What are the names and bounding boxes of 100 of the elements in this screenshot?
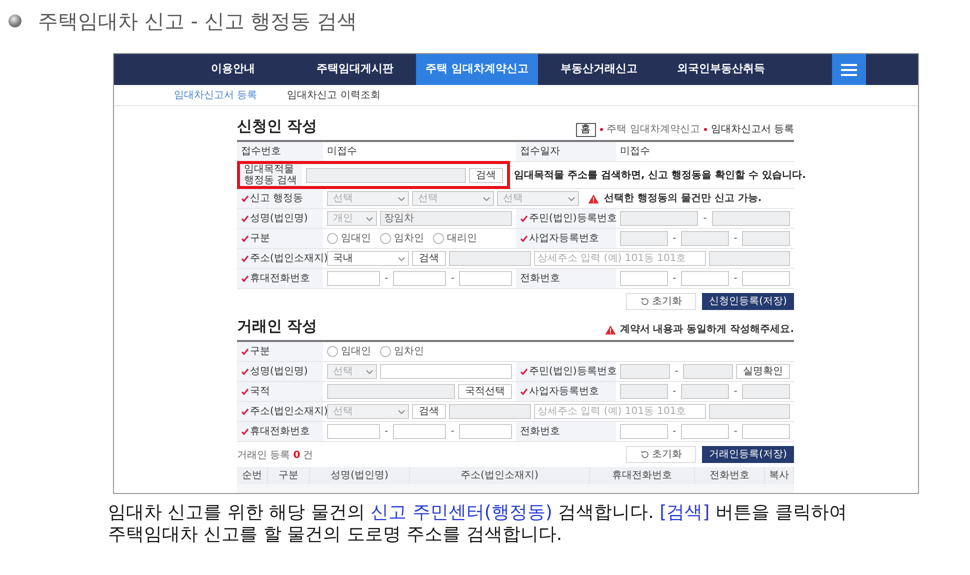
text-field[interactable] — [327, 424, 380, 439]
dash-text: - — [672, 385, 678, 399]
dash-text: - — [732, 232, 738, 246]
field-label: 국적 — [250, 385, 270, 399]
field-label: 휴대전화번호 — [250, 272, 310, 286]
dash-text: - — [732, 272, 738, 286]
search-button[interactable]: 국적선택 — [458, 384, 512, 399]
search-button[interactable]: 검색 — [412, 404, 446, 419]
subnav-tab[interactable]: 임대차신고 이력조회 — [287, 88, 380, 102]
chevron-icon — [483, 196, 490, 200]
required-check-icon — [520, 235, 528, 242]
nav-tab[interactable]: 이용안내 — [172, 54, 294, 85]
text-field[interactable] — [681, 271, 729, 286]
required-check-icon — [241, 235, 249, 242]
dash-text: - — [672, 272, 678, 286]
required-check-icon — [241, 368, 249, 375]
save-button[interactable]: 거래인등록(저장) — [702, 446, 794, 463]
text-field[interactable] — [393, 271, 446, 286]
text-field[interactable] — [327, 271, 380, 286]
chevron-icon — [568, 196, 575, 200]
text-field[interactable] — [459, 424, 512, 439]
required-check-icon — [241, 255, 249, 262]
nav-tab[interactable]: 부동산거래신고 — [538, 54, 660, 85]
field-label: 주민(법인)등록번호 — [529, 212, 617, 226]
field-label: 사업자등록번호 — [529, 385, 599, 399]
text-field[interactable] — [393, 424, 446, 439]
section-title: 거래인 작성 — [237, 316, 318, 336]
breadcrumb-link[interactable]: 임대차신고서 등록 — [710, 122, 794, 137]
required-check-icon — [241, 388, 249, 395]
save-button[interactable]: 신청인등록(저장) — [702, 293, 794, 310]
field-label: 성명(법인명) — [250, 212, 308, 226]
search-button[interactable]: 검색 — [412, 251, 446, 266]
field-value: 미접수 — [620, 145, 650, 159]
slide-title: 주택임대차 신고 - 신고 행정동 검색 — [38, 8, 358, 34]
text-field[interactable] — [380, 364, 512, 379]
field-label: 전화번호 — [520, 272, 560, 286]
dash-text: - — [732, 385, 738, 399]
dropdown[interactable]: 국내 — [327, 251, 409, 266]
subnav-tab[interactable]: 임대차신고서 등록 — [174, 88, 258, 102]
dash-text: - — [384, 272, 390, 286]
chevron-icon — [398, 196, 405, 200]
warning-text: 계약서 내용과 동일하게 작성해주세요. — [620, 323, 794, 337]
nav-tab[interactable]: 주택임대게시판 — [294, 54, 416, 85]
radio-option[interactable]: 대리인 — [433, 231, 477, 246]
reset-button[interactable]: 초기화 — [626, 446, 696, 463]
field-label: 사업자등록번호 — [529, 232, 599, 246]
nav-tab[interactable]: 주택 임대차계약신고 — [416, 54, 538, 85]
field-label: 전화번호 — [520, 425, 560, 439]
menu-button[interactable] — [832, 54, 866, 85]
field-label: 주소(법인소재지) — [250, 405, 328, 419]
field-label: 접수번호 — [241, 145, 281, 159]
required-check-icon — [241, 428, 249, 435]
chevron-icon — [366, 216, 373, 220]
refresh-icon — [640, 450, 649, 459]
required-check-icon — [241, 275, 249, 282]
text-field[interactable] — [459, 271, 512, 286]
breadcrumb-link[interactable]: 주택 임대차계약신고 — [606, 122, 700, 137]
required-check-icon — [520, 388, 528, 395]
required-check-icon — [241, 408, 249, 415]
reset-button[interactable]: 초기화 — [626, 293, 696, 310]
radio-option[interactable]: 임대인 — [327, 231, 371, 246]
field-label: 구분 — [250, 345, 270, 359]
search-button[interactable]: 실명확인 — [736, 364, 790, 379]
home-link[interactable]: 홈 — [576, 122, 596, 136]
search-button[interactable]: 검색 — [469, 168, 503, 182]
required-check-icon — [520, 215, 528, 222]
dash-text: - — [672, 232, 678, 246]
text-field[interactable] — [620, 271, 668, 286]
text-field[interactable] — [620, 424, 668, 439]
field-label: 주민(법인)등록번호 — [529, 365, 617, 379]
field-label: 휴대전화번호 — [250, 425, 310, 439]
radio-option[interactable]: 임차인 — [380, 231, 424, 246]
separator-dot — [704, 128, 707, 131]
text-field[interactable] — [742, 424, 790, 439]
radio-option[interactable]: 임대인 — [327, 344, 371, 359]
separator-dot — [600, 128, 603, 131]
dash-text: - — [702, 212, 708, 226]
text-field[interactable]: 상세주소 입력 (예) 101동 101호 — [534, 404, 706, 419]
nav-tab[interactable]: 외국인부동산취득 — [660, 54, 782, 85]
text-field[interactable]: 상세주소 입력 (예) 101동 101호 — [534, 251, 706, 266]
field-label: 신고 행정동 — [250, 192, 304, 206]
warning-text: 선택한 행정동의 물건만 신고 가능. — [604, 192, 762, 206]
caption-text: 임대차 신고를 위한 해당 물건의 신고 주민센터(행정동) 검색합니다. [검색] 버튼을 클릭하여 주택임대차 신고를 할 물건의 도로명 주소를 검색합니다. — [108, 502, 848, 546]
required-check-icon — [520, 368, 528, 375]
hint-text: 임대목적물 주소를 검색하면, 신고 행정동을 확인할 수 있습니다. — [513, 168, 806, 182]
chevron-icon — [398, 256, 405, 260]
field-value: 미접수 — [327, 145, 357, 159]
warning-icon — [588, 194, 599, 204]
menu-icon — [841, 64, 857, 76]
field-label: 임대목적물 행정동 검색 — [244, 164, 298, 186]
field-label: 접수일자 — [520, 145, 560, 159]
chevron-icon — [366, 370, 373, 374]
text-field[interactable] — [681, 424, 729, 439]
field-label: 주소(법인소재지) — [250, 252, 328, 266]
refresh-icon — [640, 297, 649, 306]
text-field[interactable] — [742, 271, 790, 286]
dash-text: - — [450, 425, 456, 439]
radio-option[interactable]: 임차인 — [380, 344, 424, 359]
dash-text: - — [674, 365, 680, 379]
field-label: 성명(법인명) — [250, 365, 308, 379]
